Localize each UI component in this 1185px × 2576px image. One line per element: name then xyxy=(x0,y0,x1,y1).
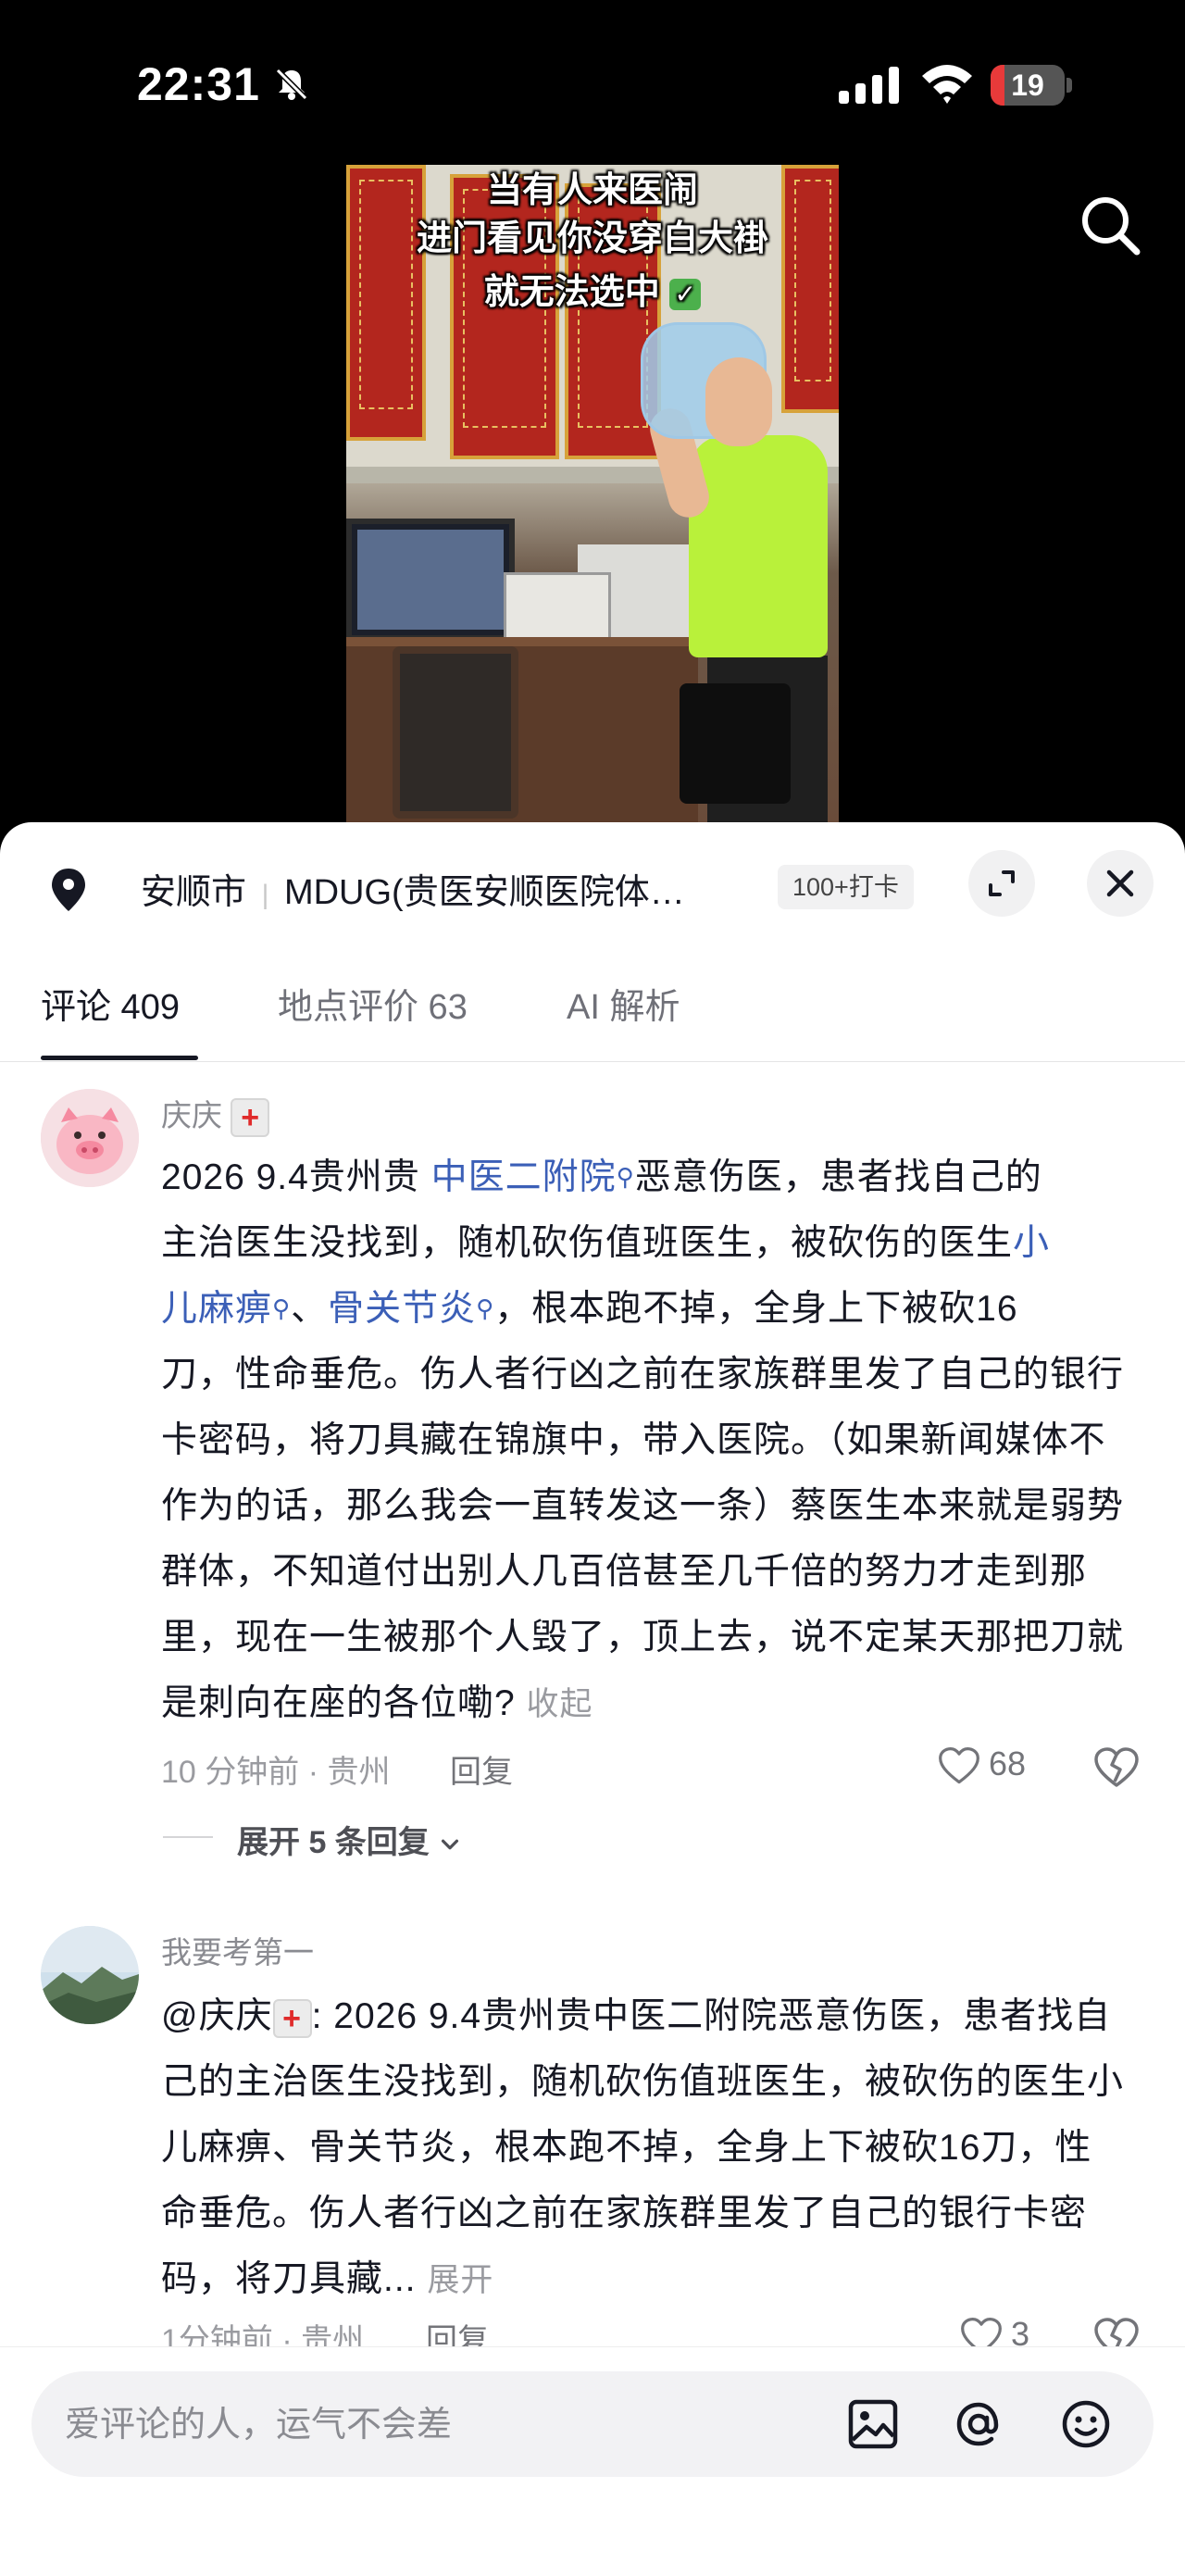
video-caption-line-2: 进门看见你没穿白大褂 xyxy=(416,219,768,258)
expand-replies-button[interactable]: 展开 5 条回复 xyxy=(237,1817,462,1862)
wifi-icon xyxy=(922,65,972,104)
comment-author[interactable]: 我要考第一 xyxy=(161,1928,314,1972)
reply-button[interactable]: 回复 xyxy=(450,1746,513,1792)
collapse-link[interactable]: 收起 xyxy=(527,1686,593,1722)
battery-icon: 19 xyxy=(991,65,1072,106)
mountain-avatar-icon xyxy=(41,1926,139,2024)
search-link[interactable]: 儿麻痹⚲ xyxy=(161,1289,291,1329)
comment-text-rest: 刀，性命垂危。伤人者行凶之前在家族群里发了自己的银行卡密码，将刀具藏在锦旗中，带… xyxy=(161,1355,1125,1723)
close-button[interactable] xyxy=(1087,850,1154,917)
hospital-emoji-icon: + xyxy=(231,1098,270,1138)
tab-place-reviews[interactable]: 地点评价 63 xyxy=(278,978,468,1029)
location-pin-icon xyxy=(52,869,85,911)
checkin-badge[interactable]: 100+打卡 xyxy=(778,865,914,909)
dislike-button[interactable] xyxy=(1092,1744,1141,1793)
search-icon[interactable] xyxy=(1076,191,1146,261)
location-name: MDUG(贵医安顺医院体… xyxy=(283,873,685,912)
expand-link[interactable]: 展开 xyxy=(427,2262,493,2298)
active-tab-indicator xyxy=(41,1056,198,1060)
checkmark-icon: ✓ xyxy=(669,278,702,310)
status-bar: 22:31 19 xyxy=(0,0,1185,176)
location-city: 安顺市 xyxy=(141,873,247,912)
like-count: 68 xyxy=(989,1744,1027,1782)
hospital-emoji-icon: + xyxy=(272,1998,312,2038)
tab-comments[interactable]: 评论 409 xyxy=(41,978,180,1029)
video-caption-line-1: 当有人来医闹 xyxy=(486,171,698,210)
status-time: 22:31 xyxy=(137,58,260,110)
battery-level: 19 xyxy=(1011,69,1044,102)
avatar[interactable] xyxy=(41,1926,139,2024)
emoji-icon[interactable] xyxy=(1059,2397,1113,2451)
tab-bar: 评论 409 地点评价 63 AI 解析 xyxy=(0,961,1185,1062)
silent-bell-icon xyxy=(275,68,308,101)
comment-input[interactable] xyxy=(63,2371,789,2479)
video-player[interactable]: 当有人来医闹 进门看见你没穿白大褂 就无法选中 ✓ xyxy=(346,165,839,824)
search-link[interactable]: 骨关节炎⚲ xyxy=(328,1289,494,1329)
comment-text: 2026 9.4贵州贵 中医二附院⚲恶意伤医，患者找自己的 主治医生没找到，随机… xyxy=(161,1157,1125,1723)
like-button[interactable]: 68 xyxy=(937,1744,1039,1793)
mention-link[interactable]: @庆庆 + xyxy=(161,1996,312,2038)
search-link[interactable]: 中医二附院⚲ xyxy=(431,1157,635,1197)
avatar[interactable] xyxy=(41,1089,139,1187)
cellular-signal-icon xyxy=(839,67,899,104)
tab-ai-analysis[interactable]: AI 解析 xyxy=(567,978,680,1029)
mention-icon[interactable] xyxy=(952,2397,1005,2451)
search-link[interactable]: 小 xyxy=(1013,1223,1050,1263)
close-icon xyxy=(1106,869,1134,897)
pig-avatar-icon xyxy=(41,1089,139,1187)
heart-icon xyxy=(939,1747,979,1784)
chevron-down-icon xyxy=(442,1839,459,1850)
comment-input-container[interactable] xyxy=(31,2371,1154,2479)
comment-author[interactable]: 庆庆 xyxy=(161,1098,222,1132)
comment-sheet: 安顺市 | MDUG(贵医安顺医院体… 100+打卡 评论 409 地点评价 6… xyxy=(0,822,1185,2576)
expand-button[interactable] xyxy=(968,850,1035,917)
comment-input-bar xyxy=(0,2346,1185,2576)
comment-text: @庆庆 +: 2026 9.4贵州贵中医二附院恶意伤医，患者找自己的主治医生没找到… xyxy=(161,1996,1125,2299)
expand-icon xyxy=(989,870,1015,896)
divider-line xyxy=(163,1836,213,1838)
video-caption-line-3: 就无法选中 xyxy=(483,273,660,312)
comment-time-location: 10 分钟前 · 贵州 xyxy=(161,1755,391,1790)
image-icon[interactable] xyxy=(846,2397,900,2451)
